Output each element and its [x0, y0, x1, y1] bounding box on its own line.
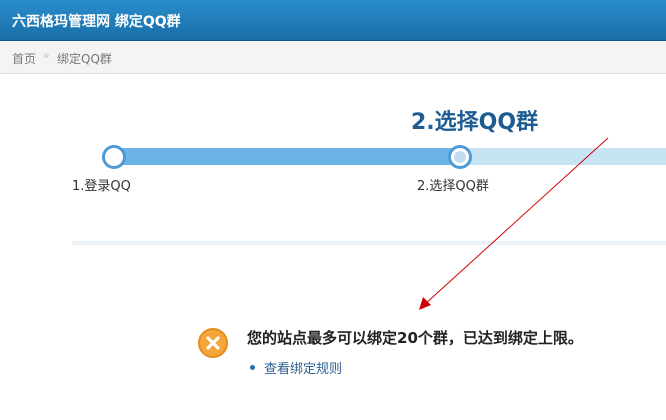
binding-limit-message: 您的站点最多可以绑定20个群，已达到绑定上限。	[247, 329, 583, 347]
list-bullet	[250, 365, 255, 370]
error-x-icon	[198, 328, 228, 358]
view-binding-rules-link[interactable]: 查看绑定规则	[264, 358, 342, 377]
annotation-arrow	[419, 137, 609, 310]
